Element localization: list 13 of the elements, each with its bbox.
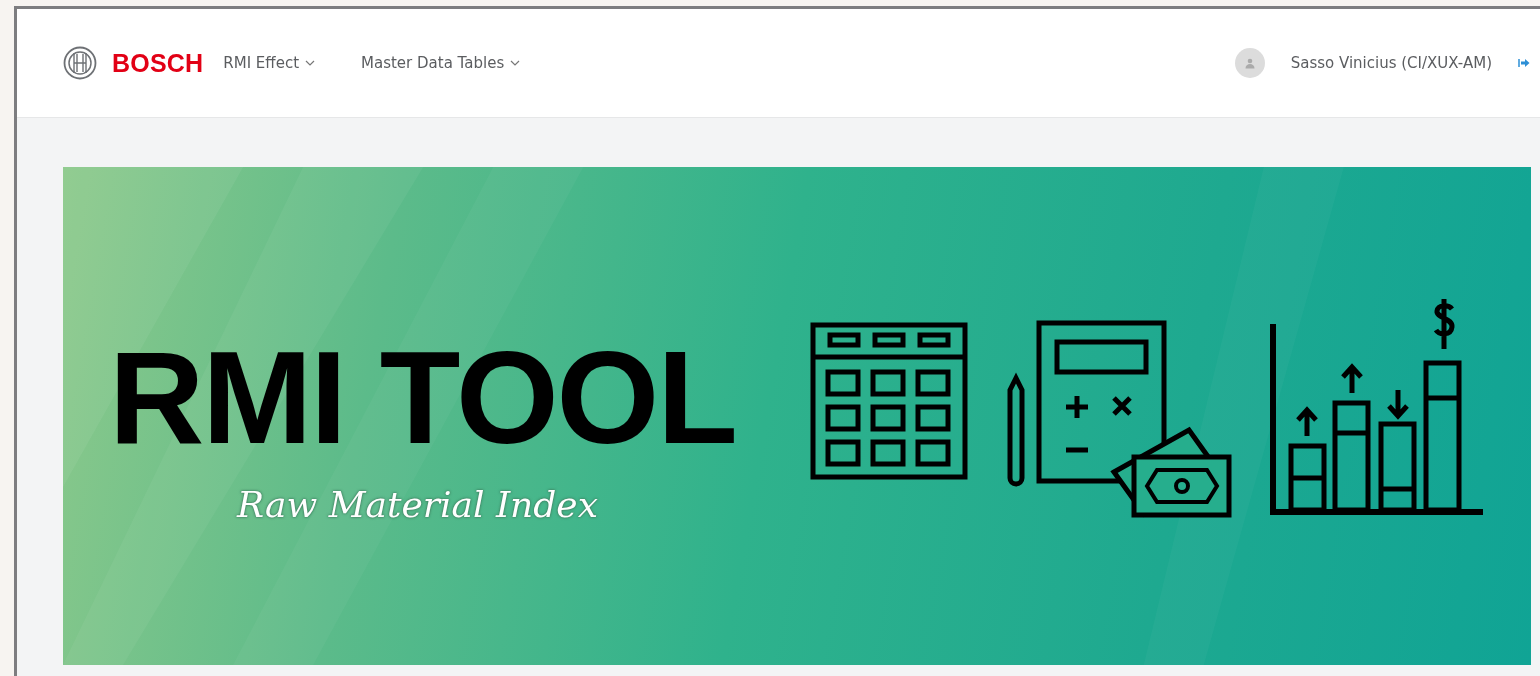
user-name: Sasso Vinicius (CI/XUX-AM) <box>1290 54 1492 72</box>
chevron-icon <box>305 60 316 66</box>
logo-icon <box>63 46 97 80</box>
banner-title: RMI TOOL <box>109 331 736 464</box>
brand-name: BOSCH <box>112 48 204 78</box>
bar-chart-icon <box>1267 296 1486 518</box>
nav-menu[interactable]: RMI Effect <box>223 54 316 72</box>
logout-icon[interactable] <box>1518 57 1530 69</box>
banner-subtitle: Raw Material Index <box>237 483 598 525</box>
calendar-icon <box>809 322 968 480</box>
nav-menu[interactable]: Master Data Tables <box>361 54 521 72</box>
chevron-icon <box>510 60 521 66</box>
avatar-icon[interactable] <box>1234 48 1265 78</box>
